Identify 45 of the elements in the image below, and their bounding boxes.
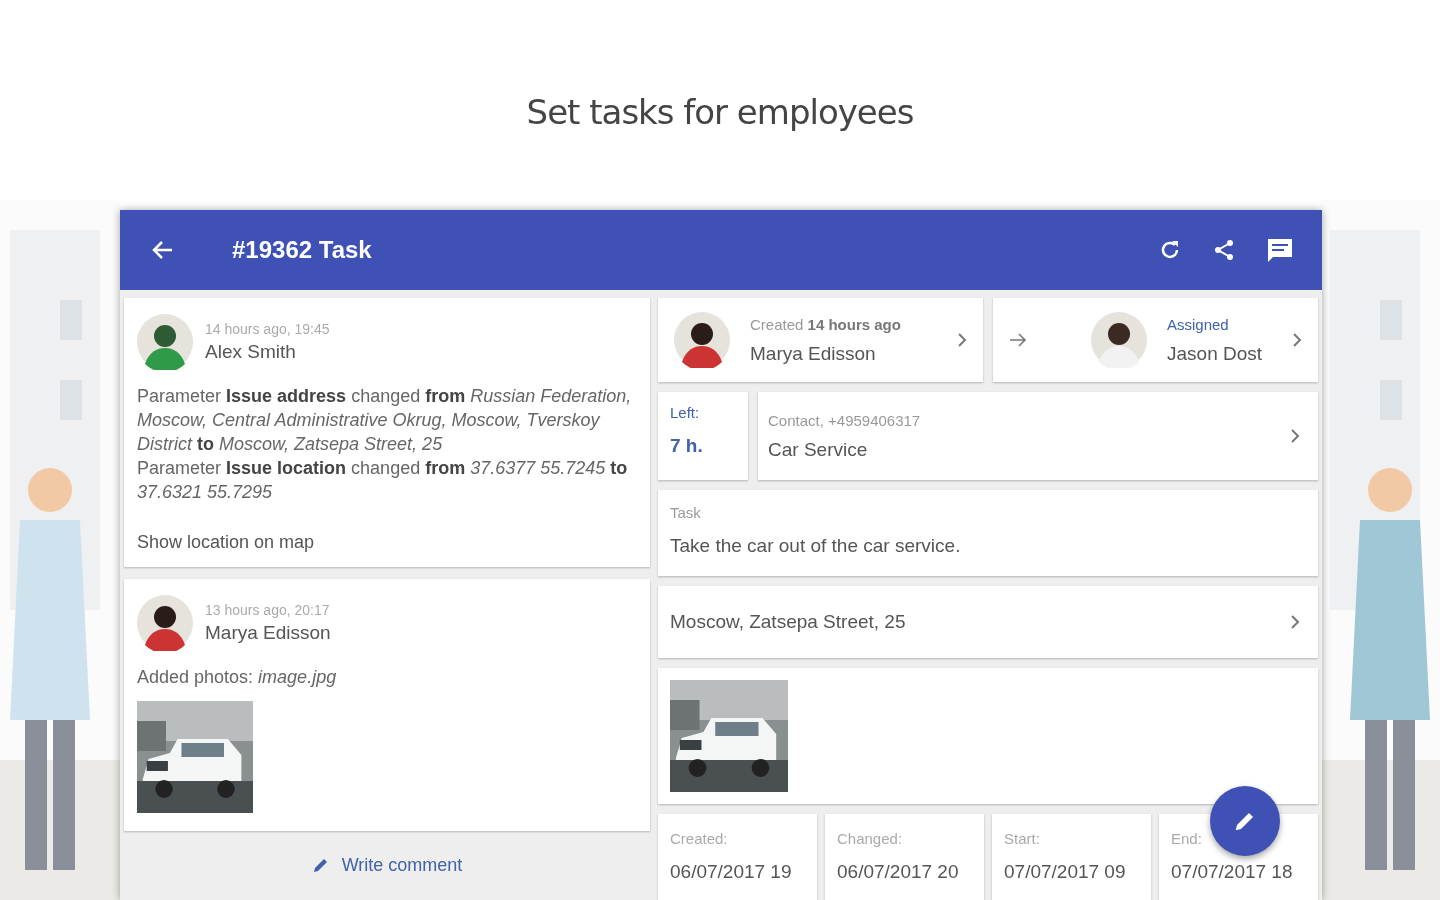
task-label: Task [670, 504, 702, 521]
date-value: 06/07/2017 19 [670, 861, 793, 883]
created-caption: Created 14 hours ago [750, 315, 902, 333]
chevron-right-icon [957, 332, 967, 348]
assigned-status: Assigned [1167, 315, 1230, 333]
contact-caption: Contact, +4959406317 [768, 411, 922, 429]
date-value: 07/07/2017 18 [1171, 861, 1294, 883]
arrow-right-icon [1009, 333, 1027, 347]
comment-time: 13 hours ago, 20:17 [205, 602, 331, 618]
show-map-link[interactable]: Show location on map [137, 532, 315, 553]
address-card[interactable]: Moscow, Zatsepa Street, 25 [658, 586, 1318, 658]
avatar [137, 314, 193, 370]
creator-card[interactable]: Created 14 hours ago Marya Edisson [658, 298, 983, 382]
chevron-right-icon [1292, 332, 1302, 348]
date-label: End: [1171, 830, 1203, 847]
assignee-card[interactable]: Assigned Jason Dost [993, 298, 1318, 382]
chat-icon[interactable] [1266, 237, 1294, 263]
address-text: Moscow, Zatsepa Street, 25 [670, 611, 907, 633]
avatar [674, 312, 730, 368]
avatar [137, 595, 193, 651]
write-comment-button[interactable]: Write comment [124, 831, 650, 899]
comment-text: Parameter Issue location changed from 37.6377 55.7245 to 37.6321 55.7295 [137, 457, 629, 504]
pencil-icon [311, 856, 330, 874]
page-heading: Set tasks for employees [525, 91, 915, 134]
creator-name: Marya Edisson [750, 342, 877, 365]
chevron-right-icon [1290, 614, 1300, 630]
time-left-label: Left: [670, 404, 701, 421]
comment-time: 14 hours ago, 19:45 [205, 321, 330, 337]
comment-text: Added photos: image.jpg [137, 666, 338, 689]
assignee-name: Jason Dost [1167, 342, 1264, 365]
chevron-right-icon [1290, 428, 1300, 444]
date-value: 07/07/2017 09 [1004, 861, 1127, 883]
time-left-value: 7 h. [670, 435, 704, 457]
contact-name: Car Service [768, 438, 869, 461]
app-title: #19362 Task [232, 236, 373, 264]
comment-author: Alex Smith [205, 341, 297, 363]
date-value: 06/07/2017 20 [837, 861, 960, 883]
avatar [1091, 312, 1147, 368]
comment-author: Marya Edisson [205, 622, 331, 644]
task-text: Take the car out of the car service. [670, 535, 962, 557]
date-label: Created: [670, 830, 729, 847]
contact-card[interactable]: Contact, +4959406317 Car Service [758, 392, 1318, 480]
date-label: Start: [1004, 830, 1041, 847]
back-arrow-icon[interactable] [152, 240, 174, 260]
date-label: Changed: [837, 830, 904, 847]
